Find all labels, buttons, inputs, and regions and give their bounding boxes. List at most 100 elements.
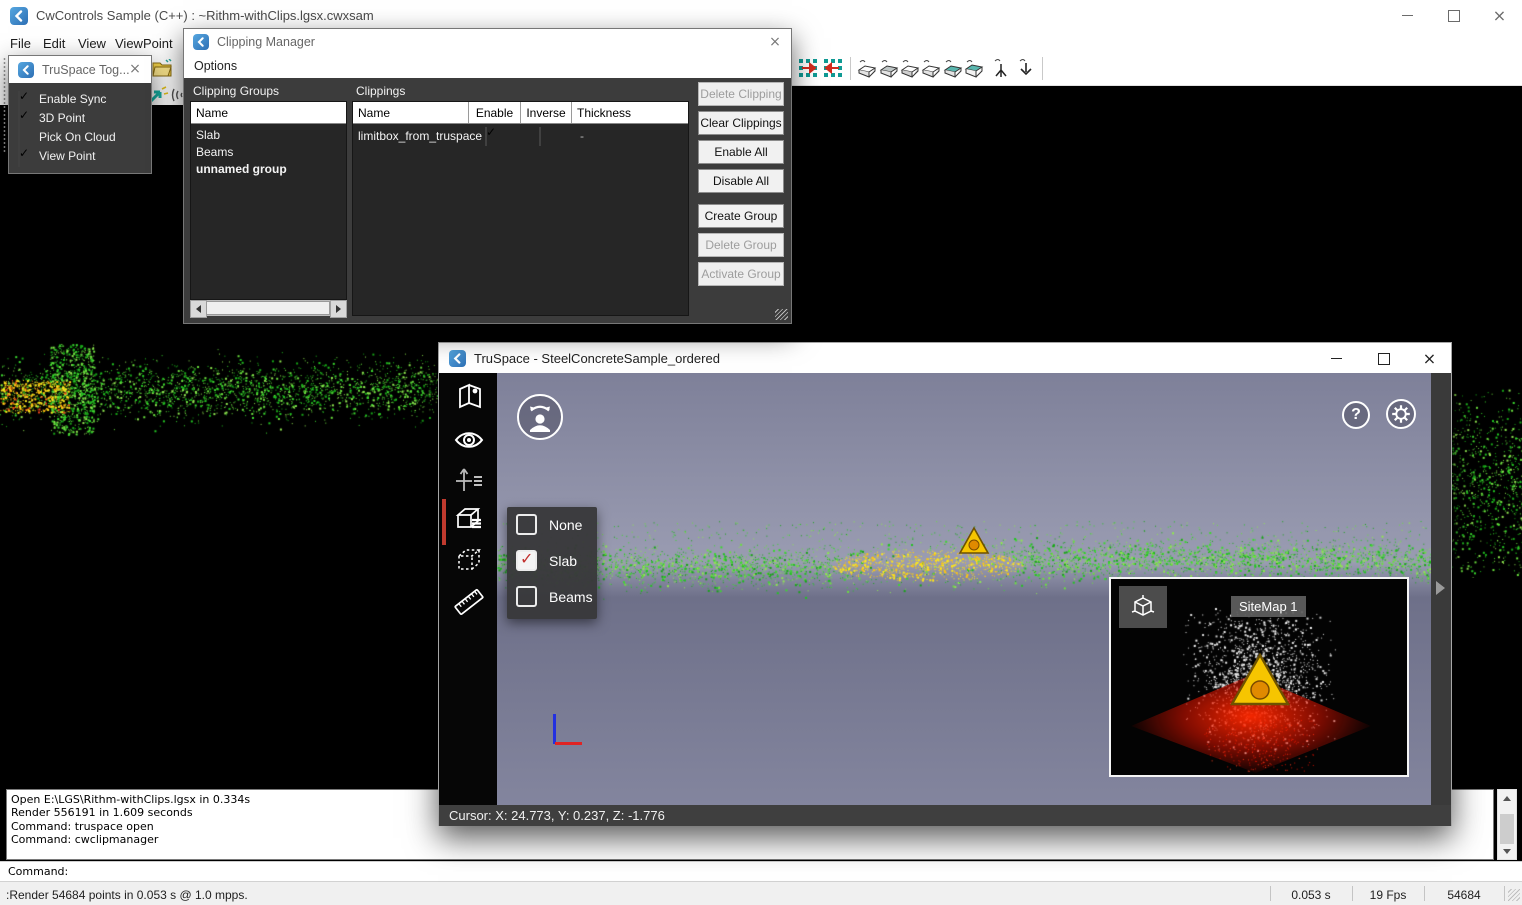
checkbox-view-point[interactable] (18, 149, 20, 167)
scrollbar-thumb[interactable] (1500, 814, 1514, 846)
clipping-groups-list[interactable]: Name Slab Beams unnamed group (190, 101, 347, 300)
clip-box-icon-4[interactable] (920, 57, 942, 79)
eye-icon[interactable] (454, 425, 484, 455)
column-header-thickness[interactable]: Thickness (572, 102, 662, 123)
clipping-manager-menubar: Options (184, 55, 791, 78)
clipping-manager-title: Clipping Manager (217, 35, 315, 49)
axis-z-indicator (553, 714, 556, 744)
clip-box-icon-6[interactable] (963, 57, 985, 79)
table-row-inverse-checkbox[interactable] (539, 128, 541, 146)
clip-box-icon-5[interactable] (942, 57, 964, 79)
menu-edit[interactable]: Edit (43, 36, 65, 51)
ruler-icon[interactable] (454, 587, 484, 617)
close-button[interactable]: × (1477, 0, 1522, 31)
scan-position-marker[interactable] (958, 526, 990, 560)
toolbar-separator (1042, 57, 1043, 80)
column-header-name[interactable]: Name (353, 102, 469, 123)
log-vertical-scrollbar[interactable] (1497, 789, 1517, 860)
minimize-button[interactable] (1385, 0, 1430, 31)
menu-options[interactable]: Options (194, 59, 237, 73)
orbit-person-icon[interactable] (517, 394, 563, 440)
help-icon[interactable]: ? (1342, 401, 1370, 429)
settings-gear-icon[interactable] (1386, 399, 1416, 429)
scan-marks-icon[interactable] (171, 86, 183, 104)
menu-view[interactable]: View (78, 36, 106, 51)
label-view-point: View Point (39, 149, 95, 163)
main-window-title: CwControls Sample (C++) : ~Rithm-withCli… (36, 8, 374, 23)
minimize-button[interactable] (1314, 343, 1359, 374)
popup-checkbox-none[interactable] (516, 514, 537, 535)
scrollbar-thumb[interactable] (206, 301, 330, 315)
popup-label-slab[interactable]: Slab (549, 553, 577, 569)
scroll-right-icon[interactable] (330, 300, 347, 318)
clip-box-icon-2[interactable] (878, 57, 900, 79)
clip-box-icon-1[interactable] (856, 57, 878, 79)
menu-viewpoint[interactable]: ViewPoint (115, 36, 173, 51)
map-icon[interactable] (454, 381, 484, 411)
maximize-button[interactable] (1431, 0, 1476, 31)
limit-cube-icon[interactable] (454, 545, 484, 575)
maximize-button[interactable] (1361, 343, 1406, 374)
close-icon[interactable]: × (765, 33, 785, 51)
enable-all-button[interactable]: Enable All (698, 140, 784, 164)
clip-box-icon-3[interactable] (899, 57, 921, 79)
sitemap-scan-marker[interactable] (1229, 652, 1291, 712)
status-message: :Render 54684 points in 0.053 s @ 1.0 mp… (6, 888, 248, 902)
delete-group-button[interactable]: Delete Group (698, 233, 784, 257)
menu-file[interactable]: File (10, 36, 31, 51)
move-axis-icon[interactable] (454, 463, 484, 493)
application-window: CwControls Sample (C++) : ~Rithm-withCli… (0, 0, 1522, 905)
pick-down-icon[interactable] (1014, 57, 1036, 79)
resize-grip[interactable] (775, 309, 788, 320)
point-cloud-background-right (1450, 383, 1522, 578)
label-enable-sync: Enable Sync (39, 92, 106, 106)
tripod-pick-icon[interactable] (990, 57, 1012, 79)
popup-checkbox-beams[interactable] (516, 586, 537, 607)
expand-arrow-icon[interactable] (1436, 581, 1445, 595)
axis-x-indicator (555, 742, 582, 745)
grid-copy-left-icon[interactable] (822, 57, 844, 79)
open-file-icon[interactable] (152, 57, 174, 79)
table-row-name[interactable]: limitbox_from_truspace (358, 129, 482, 143)
grid-copy-right-icon[interactable] (797, 57, 819, 79)
truspace-window: TruSpace - SteelConcreteSample_ordered × (438, 342, 1452, 826)
status-render-time: 0.053 s (1270, 888, 1352, 902)
scroll-left-icon[interactable] (190, 300, 207, 318)
list-item[interactable]: Beams (191, 142, 346, 159)
3d-viewport[interactable]: ? None Slab Beams (497, 373, 1431, 805)
clear-clippings-button[interactable]: Clear Clippings (698, 111, 784, 135)
sync-arrow-icon[interactable] (149, 86, 169, 104)
list-item-selected[interactable]: unnamed group (191, 159, 346, 176)
scroll-down-icon[interactable] (1499, 844, 1515, 858)
popup-label-beams[interactable]: Beams (549, 589, 593, 605)
close-button[interactable]: × (1407, 343, 1452, 374)
sitemap-cube-icon[interactable] (1119, 586, 1167, 628)
column-header-inverse[interactable]: Inverse (521, 102, 572, 123)
close-icon[interactable]: × (125, 60, 145, 78)
create-group-button[interactable]: Create Group (698, 204, 784, 228)
resize-grip[interactable] (1508, 889, 1520, 901)
clippings-table[interactable]: Name Enable Inverse Thickness limitbox_f… (352, 101, 689, 316)
sitemap-panel[interactable]: SiteMap 1 (1109, 577, 1409, 777)
disable-all-button[interactable]: Disable All (698, 169, 784, 193)
command-input[interactable]: Command: (0, 861, 1522, 882)
app-logo-icon (449, 350, 466, 367)
tog-dialog-titlebar[interactable]: TruSpace Tog... × (9, 56, 151, 83)
groups-horizontal-scrollbar[interactable] (190, 300, 347, 316)
popup-label-none[interactable]: None (549, 517, 582, 533)
column-header-enable[interactable]: Enable (469, 102, 521, 123)
activate-group-button[interactable]: Activate Group (698, 262, 784, 286)
truspace-titlebar[interactable]: TruSpace - SteelConcreteSample_ordered × (439, 343, 1451, 373)
status-point-count: 54684 (1424, 888, 1504, 902)
popup-checkbox-slab[interactable] (516, 550, 537, 571)
delete-clipping-button[interactable]: Delete Clipping (698, 82, 784, 106)
toolbar-grip[interactable] (2, 57, 7, 153)
list-item[interactable]: Slab (191, 124, 346, 142)
scroll-up-icon[interactable] (1499, 791, 1515, 805)
clip-cube-icon[interactable] (454, 503, 484, 533)
label-pick-on-cloud: Pick On Cloud (39, 130, 116, 144)
table-row-enable-checkbox[interactable] (485, 128, 487, 146)
app-logo-icon (193, 34, 209, 50)
checkbox-3d-point[interactable] (18, 111, 20, 129)
clipping-manager-titlebar[interactable]: Clipping Manager × (184, 29, 791, 55)
